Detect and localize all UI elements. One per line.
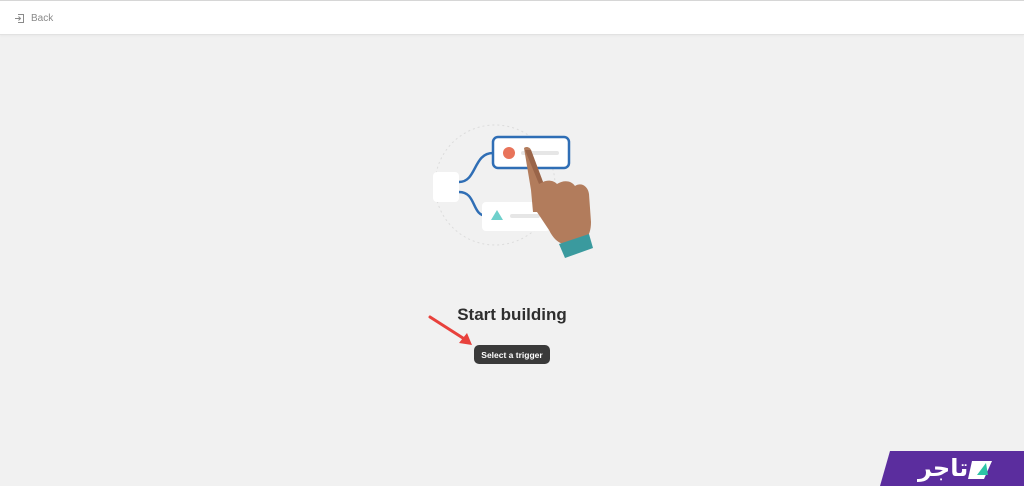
top-node-dot — [503, 147, 515, 159]
page-title: Start building — [457, 305, 567, 324]
workflow-hand-illustration — [433, 124, 593, 258]
red-arrow-icon — [428, 315, 472, 345]
brand-name: تاجر — [918, 454, 969, 482]
back-button[interactable]: Back — [14, 10, 53, 26]
bottom-node-line — [510, 214, 540, 218]
start-node — [433, 172, 459, 202]
back-label: Back — [31, 12, 54, 24]
top-bar: Back — [0, 0, 1024, 35]
connector-top — [458, 151, 494, 184]
select-trigger-button[interactable]: Select a trigger — [474, 345, 550, 364]
exit-door-icon — [14, 13, 25, 24]
app-frame: Back Start building Select a trigger تاج… — [0, 0, 1024, 486]
